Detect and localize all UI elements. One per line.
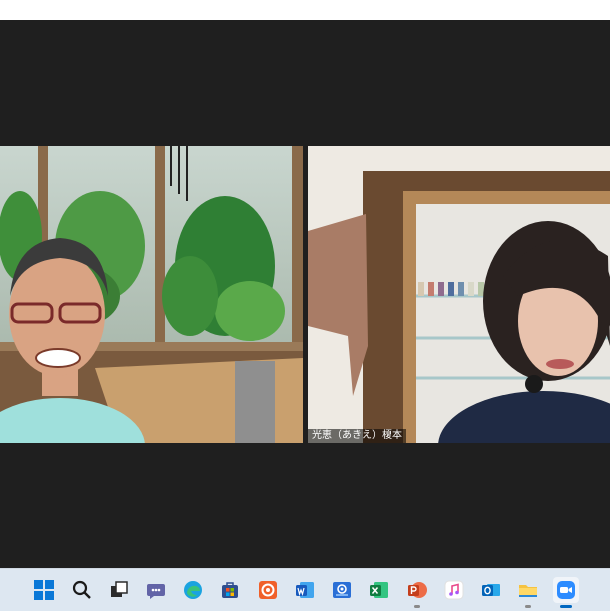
participant-video-image (308, 146, 610, 443)
itunes-icon[interactable] (441, 577, 467, 603)
running-indicator (525, 605, 531, 608)
file-explorer-icon[interactable] (515, 577, 541, 608)
active-indicator (560, 605, 572, 608)
zoom-icon[interactable] (553, 577, 579, 608)
window-title-bar (0, 0, 610, 20)
windows-taskbar (0, 568, 610, 611)
mail-icon[interactable] (329, 577, 355, 603)
task-view-icon[interactable] (106, 577, 132, 603)
search-icon[interactable] (69, 577, 95, 603)
word-icon[interactable] (292, 577, 318, 603)
participant-video-left[interactable] (0, 146, 303, 443)
edge-icon[interactable] (180, 577, 206, 603)
teams-chat-icon[interactable] (143, 577, 169, 603)
participant-name-label: 光恵（あきえ）榎本 (308, 429, 406, 443)
participant-video-right[interactable]: 光恵（あきえ）榎本 (308, 146, 610, 443)
running-indicator (414, 605, 420, 608)
outlook-icon[interactable] (478, 577, 504, 603)
windows-start-icon[interactable] (31, 577, 57, 603)
avast-icon[interactable] (255, 577, 281, 603)
microsoft-store-icon[interactable] (217, 577, 243, 603)
excel-icon[interactable] (366, 577, 392, 603)
powerpoint-icon[interactable] (404, 577, 430, 608)
participant-video-image (0, 146, 303, 443)
